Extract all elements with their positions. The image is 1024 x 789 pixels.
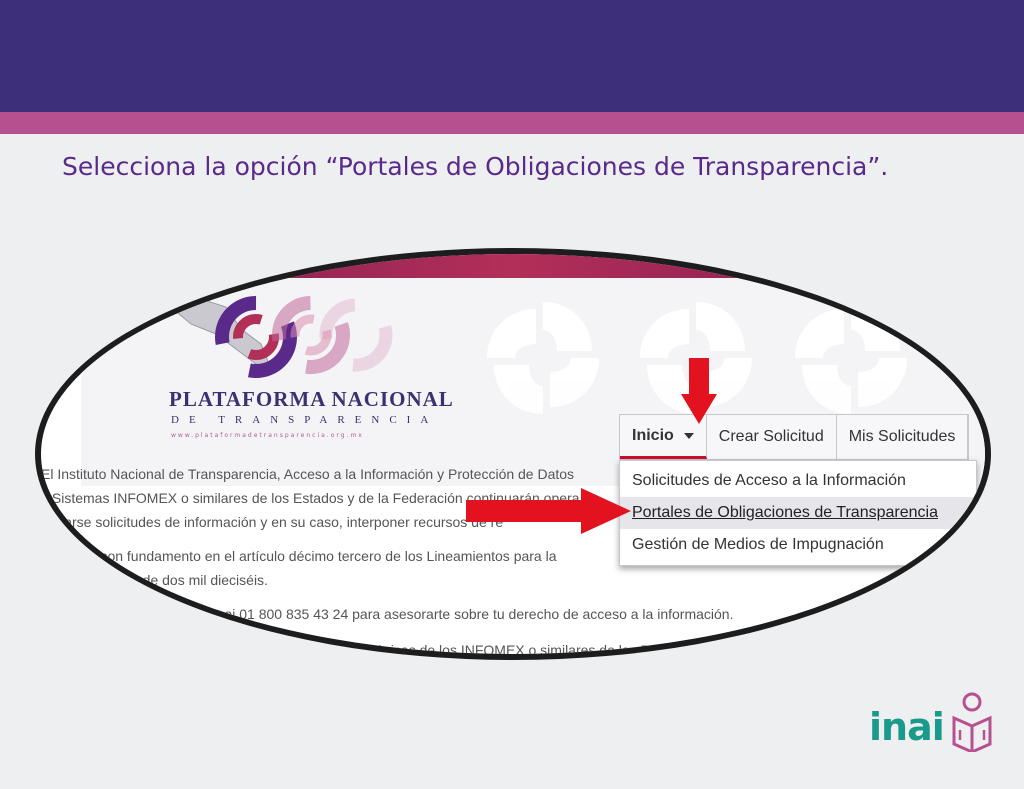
red-right-arrow-icon bbox=[466, 488, 631, 534]
decorative-swirl-icon bbox=[795, 302, 907, 414]
menu-item-solicitudes-acceso[interactable]: Solicitudes de Acceso a la Información bbox=[620, 465, 976, 497]
accent-band bbox=[0, 112, 1024, 134]
body-text-line: lizarse solicitudes de información y en … bbox=[51, 514, 504, 530]
nav-item-crear-solicitud[interactable]: Crear Solicitud bbox=[707, 415, 837, 459]
body-text-line: El Instituto Nacional de Transparencia, … bbox=[41, 466, 575, 482]
body-text-line: Tel Inai 01 800 835 43 24 para asesorart… bbox=[191, 606, 734, 622]
body-text-line: o de dos mil dieciséis. bbox=[131, 572, 268, 588]
decorative-swirl-icon bbox=[487, 302, 599, 414]
body-text-line: electrónicas de los INFOMEX o similares … bbox=[341, 642, 650, 658]
logo-title: PLATAFORMA NACIONAL bbox=[169, 387, 454, 411]
instruction-text: Selecciona la opción “Portales de Obliga… bbox=[62, 152, 889, 181]
menu-item-portales-obligaciones[interactable]: Portales de Obligaciones de Transparenci… bbox=[620, 497, 976, 529]
logo-subtitle: DE TRANSPARENCIA bbox=[171, 414, 439, 426]
top-nav: Inicio Crear Solicitud Mis Solicitudes bbox=[619, 414, 970, 460]
inai-person-book-icon bbox=[952, 692, 992, 752]
portal-top-strip bbox=[41, 254, 985, 278]
nav-item-label: Inicio bbox=[632, 426, 674, 444]
top-header-band bbox=[0, 0, 1024, 112]
screenshot-magnifier: PLATAFORMA NACIONAL DE TRANSPARENCIA www… bbox=[35, 248, 991, 660]
nav-item-mis-solicitudes[interactable]: Mis Solicitudes bbox=[837, 415, 969, 459]
inai-logo: inai bbox=[869, 692, 992, 752]
pnt-swirl-logo-icon bbox=[172, 296, 393, 378]
body-text-line: or, con fundamento en el artículo décimo… bbox=[81, 548, 557, 564]
nav-item-label: Mis Solicitudes bbox=[848, 428, 956, 445]
nav-item-label: Crear Solicitud bbox=[718, 428, 824, 445]
inicio-dropdown-menu: Solicitudes de Acceso a la Información P… bbox=[619, 460, 977, 566]
inai-wordmark: inai bbox=[869, 705, 945, 749]
logo-url: www.plataformadetransparencia.org.mx bbox=[171, 432, 364, 439]
menu-item-gestion-medios[interactable]: Gestión de Medios de Impugnación bbox=[620, 529, 976, 561]
red-down-arrow-icon bbox=[681, 358, 717, 424]
chevron-down-icon bbox=[683, 432, 694, 439]
